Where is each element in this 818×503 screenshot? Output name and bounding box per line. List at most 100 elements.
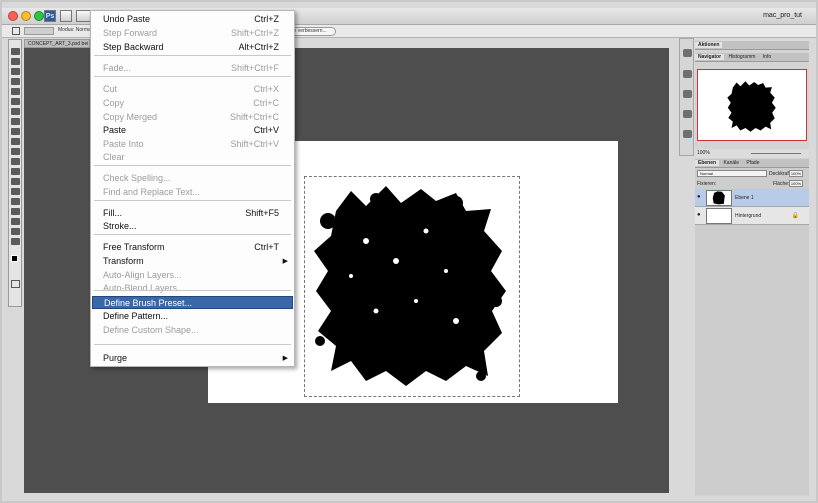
actions-tab-bar: Aktionen — [695, 41, 809, 50]
zoom-window-button[interactable] — [34, 11, 44, 21]
eye-icon[interactable]: ● — [697, 212, 701, 218]
clone-tool-icon[interactable] — [11, 128, 20, 135]
menu-item-label: Define Custom Shape... — [103, 325, 199, 335]
menu-item-purge[interactable]: Purge ▶ — [92, 352, 293, 365]
menu-item-copy-merged[interactable]: Copy Merged Shift+Ctrl+C — [92, 111, 293, 124]
navigator-preview[interactable] — [697, 69, 807, 141]
close-window-button[interactable] — [8, 11, 18, 21]
blend-mode-select[interactable]: Normal — [697, 170, 767, 177]
menu-item-find-and-replace-text[interactable]: Find and Replace Text... — [92, 186, 293, 199]
move-tool-icon[interactable] — [11, 48, 20, 55]
navigator-zoom-bar: 100% — [695, 149, 809, 158]
tab-layers[interactable]: Ebenen — [695, 160, 720, 166]
minimize-window-button[interactable] — [21, 11, 31, 21]
brush-bush-image — [314, 186, 506, 386]
navigator-zoom-value[interactable]: 100% — [697, 150, 710, 156]
opacity-field[interactable]: 100% — [789, 170, 803, 177]
menu-item-auto-blend-layers[interactable]: Auto-Blend Layers — [92, 282, 293, 295]
menu-item-shortcut: Ctrl+Z — [254, 14, 279, 24]
tab-navigator[interactable]: Navigator — [695, 54, 725, 60]
zoom-slider[interactable] — [751, 153, 801, 154]
foreground-color-swatch[interactable] — [11, 255, 18, 262]
layer-thumbnail — [706, 208, 732, 224]
menu-item-define-custom-shape[interactable]: Define Custom Shape... — [92, 324, 293, 337]
menu-item-auto-align-layers[interactable]: Auto-Align Layers... — [92, 269, 293, 282]
menu-item-label: Copy — [103, 98, 125, 108]
selection-mode-icons[interactable] — [24, 27, 54, 35]
masks-panel-icon[interactable] — [683, 130, 692, 138]
menu-item-fill[interactable]: Fill... Shift+F5 — [92, 207, 293, 220]
menu-item-copy[interactable]: Copy Ctrl+C — [92, 97, 293, 110]
menu-item-shortcut: Ctrl+T — [254, 242, 279, 252]
healing-tool-icon[interactable] — [11, 108, 20, 115]
tab-paths[interactable]: Pfade — [743, 160, 762, 166]
adjustments-panel-icon[interactable] — [683, 110, 692, 118]
menu-item-shortcut: Shift+F5 — [245, 208, 279, 218]
tab-info[interactable]: Info — [760, 54, 774, 60]
blur-tool-icon[interactable] — [11, 168, 20, 175]
lasso-tool-icon[interactable] — [11, 68, 20, 75]
clone-source-panel-icon[interactable] — [683, 90, 692, 98]
layer-row[interactable]: ● Hintergrund 🔒 — [695, 207, 809, 225]
menu-item-shortcut: Shift+Ctrl+Z — [230, 28, 279, 38]
menu-item-shortcut: Ctrl+V — [253, 125, 279, 135]
menu-item-free-transform[interactable]: Free Transform Ctrl+T — [92, 241, 293, 254]
quick-select-tool-icon[interactable] — [11, 78, 20, 85]
menu-item-step-backward[interactable]: Step Backward Alt+Ctrl+Z — [92, 41, 293, 54]
layer-name[interactable]: Ebene 1 — [735, 195, 754, 201]
menu-item-undo-paste[interactable]: Undo Paste Ctrl+Z — [92, 13, 293, 26]
fill-field[interactable]: 100% — [789, 180, 803, 187]
shape-tool-icon[interactable] — [11, 218, 20, 225]
menu-item-check-spelling[interactable]: Check Spelling... — [92, 172, 293, 185]
pen-tool-icon[interactable] — [11, 188, 20, 195]
marquee-tool-icon[interactable] — [11, 58, 20, 65]
menu-item-define-pattern[interactable]: Define Pattern... — [92, 310, 293, 323]
type-tool-icon[interactable] — [11, 198, 20, 205]
menu-item-cut[interactable]: Cut Ctrl+X — [92, 83, 293, 96]
quick-mask-icon[interactable] — [11, 280, 20, 288]
menu-item-label: Find and Replace Text... — [103, 187, 200, 197]
layer-row[interactable]: ● Ebene 1 — [695, 189, 809, 207]
brush-tool-icon[interactable] — [11, 118, 20, 125]
menu-item-label: Auto-Align Layers... — [103, 270, 182, 280]
menu-item-shortcut: Ctrl+C — [253, 98, 279, 108]
actions-panel-icon[interactable] — [683, 49, 692, 57]
hand-tool-icon[interactable] — [11, 228, 20, 235]
layer-name[interactable]: Hintergrund — [735, 213, 761, 219]
launch-bridge-icon[interactable] — [60, 10, 72, 22]
menu-item-fade[interactable]: Fade... Shift+Ctrl+F — [92, 62, 293, 75]
menu-item-paste-into[interactable]: Paste Into Shift+Ctrl+V — [92, 138, 293, 151]
gradient-tool-icon[interactable] — [11, 158, 20, 165]
menu-item-clear[interactable]: Clear — [92, 151, 293, 164]
crop-tool-icon[interactable] — [11, 88, 20, 95]
right-panel-dock: Aktionen Navigator Histogramm Info 100% … — [695, 41, 809, 496]
eraser-tool-icon[interactable] — [11, 148, 20, 155]
menu-item-label: Transform — [103, 256, 144, 266]
menu-item-shortcut: Alt+Ctrl+Z — [238, 42, 279, 52]
tab-histogram[interactable]: Histogramm — [725, 54, 758, 60]
layers-tab-bar: Ebenen Kanäle Pfade — [695, 159, 809, 168]
menu-item-step-forward[interactable]: Step Forward Shift+Ctrl+Z — [92, 27, 293, 40]
tab-channels[interactable]: Kanäle — [720, 160, 742, 166]
marquee-tool-icon[interactable] — [12, 27, 20, 35]
menu-item-define-brush-preset[interactable]: Define Brush Preset... — [92, 296, 293, 309]
menu-item-paste[interactable]: Paste Ctrl+V — [92, 124, 293, 137]
menu-item-label: Undo Paste — [103, 14, 151, 24]
history-brush-tool-icon[interactable] — [11, 138, 20, 145]
zoom-tool-icon[interactable] — [11, 238, 20, 245]
tab-actions[interactable]: Aktionen — [695, 42, 723, 48]
eye-icon[interactable]: ● — [697, 194, 701, 200]
workspace-name[interactable]: mac_pro_tut — [763, 12, 802, 19]
menu-separator — [94, 234, 291, 235]
menu-item-transform[interactable]: Transform ▶ — [92, 255, 293, 268]
menu-separator — [94, 76, 291, 77]
photoshop-logo-icon[interactable]: Ps — [44, 10, 56, 22]
eyedropper-tool-icon[interactable] — [11, 98, 20, 105]
menu-item-stroke[interactable]: Stroke... — [92, 220, 293, 233]
path-select-tool-icon[interactable] — [11, 208, 20, 215]
menu-item-label: Paste Into — [103, 139, 144, 149]
brushes-panel-icon[interactable] — [683, 70, 692, 78]
document-tab[interactable]: CONCEPT_ART_3.psd bei 100% (Ebene 1, RGB… — [24, 39, 90, 48]
fill-label: Fläche: — [773, 181, 790, 187]
dodge-tool-icon[interactable] — [11, 178, 20, 185]
